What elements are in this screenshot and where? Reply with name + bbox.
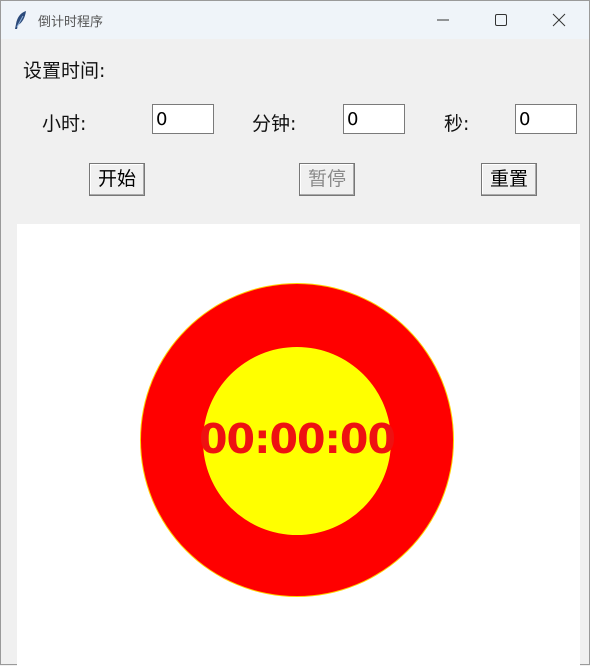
pause-button[interactable]: 暂停 bbox=[299, 163, 355, 196]
minimize-button[interactable] bbox=[415, 1, 471, 39]
reset-button[interactable]: 重置 bbox=[481, 163, 537, 196]
minutes-input[interactable] bbox=[343, 104, 405, 134]
minutes-label: 分钟: bbox=[252, 113, 297, 135]
close-icon bbox=[552, 13, 566, 27]
countdown-display: 00:00:00 bbox=[199, 415, 396, 463]
maximize-button[interactable] bbox=[473, 1, 529, 39]
start-button[interactable]: 开始 bbox=[89, 163, 145, 196]
window-title: 倒计时程序 bbox=[38, 15, 104, 30]
feather-icon bbox=[12, 10, 30, 30]
close-button[interactable] bbox=[531, 1, 587, 39]
minimize-icon bbox=[437, 19, 449, 21]
title-bar[interactable]: 倒计时程序 bbox=[1, 1, 589, 39]
seconds-input[interactable] bbox=[515, 104, 577, 134]
app-window: 倒计时程序 设置时间: 小时: 分钟: 秒: 开始 暂停 重置 00:00:00 bbox=[0, 0, 590, 666]
maximize-icon bbox=[495, 14, 507, 26]
seconds-label: 秒: bbox=[444, 113, 470, 135]
timer-canvas: 00:00:00 bbox=[17, 224, 580, 666]
hours-input[interactable] bbox=[152, 104, 214, 134]
set-time-label: 设置时间: bbox=[23, 60, 106, 82]
hours-label: 小时: bbox=[42, 113, 87, 135]
